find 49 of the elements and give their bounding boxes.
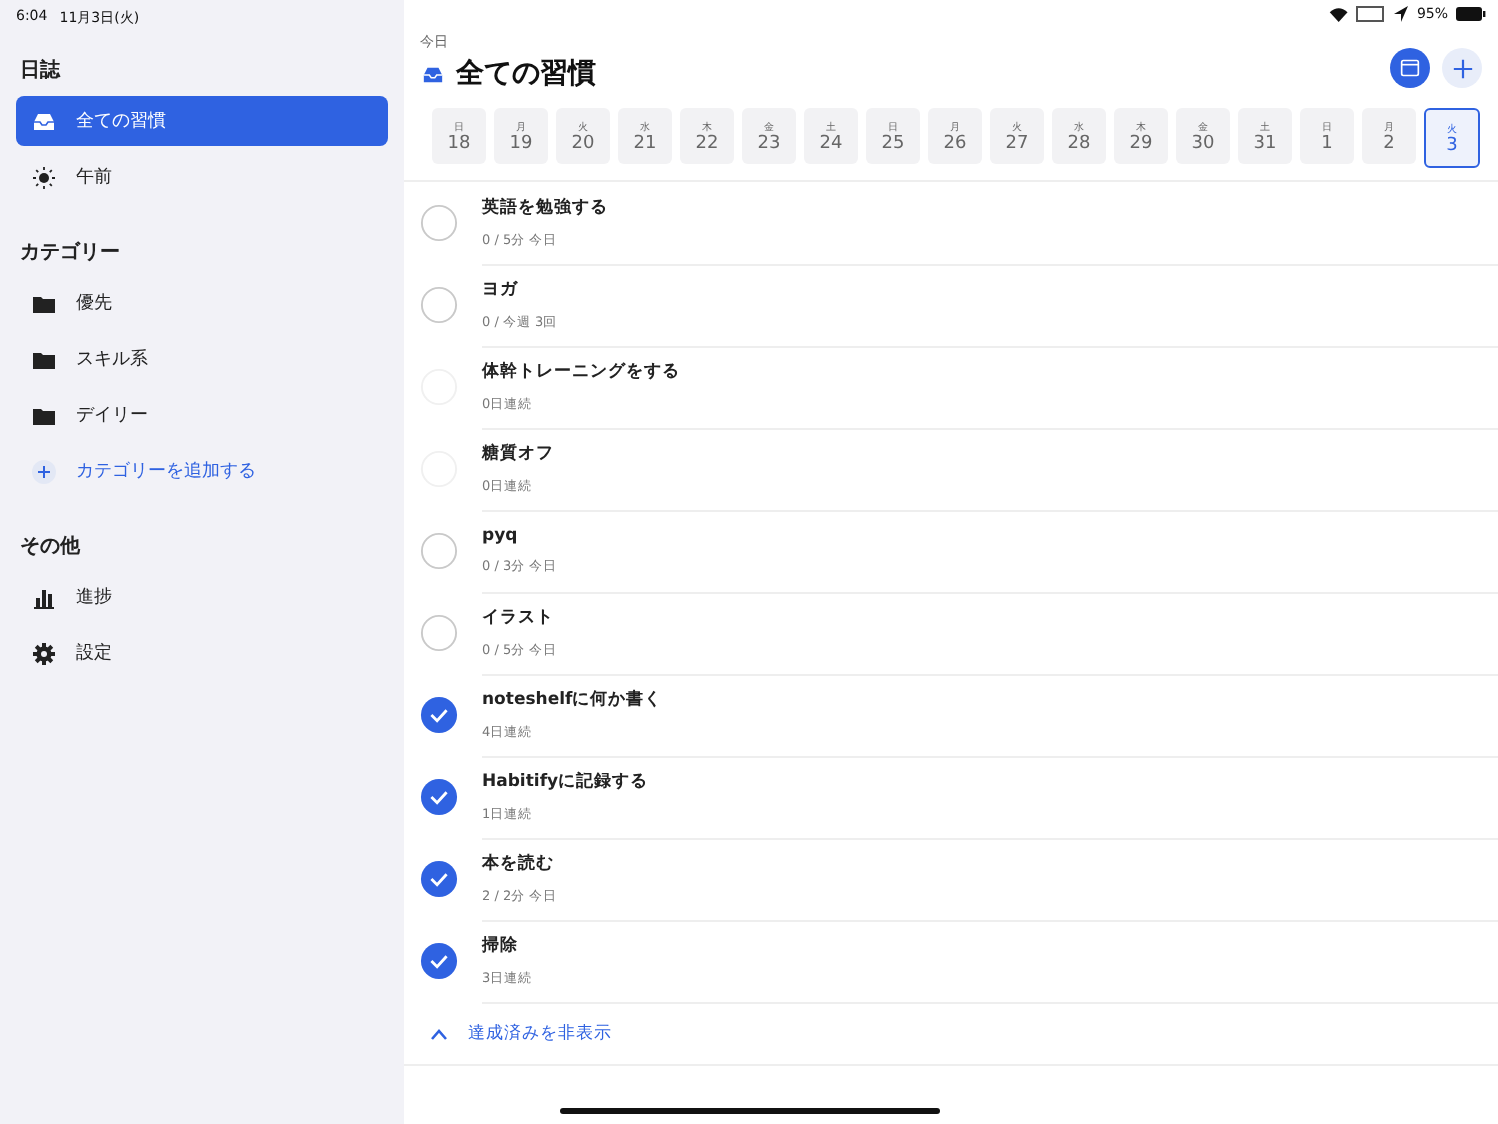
location-arrow-icon bbox=[1392, 6, 1409, 22]
page-title: 全ての習慣 bbox=[456, 56, 596, 92]
plus-icon bbox=[32, 459, 56, 483]
sidebar-item[interactable]: スキル系 bbox=[16, 334, 388, 384]
habit-name: pyq bbox=[482, 525, 520, 545]
check-circle[interactable] bbox=[420, 204, 458, 242]
folder-icon bbox=[32, 291, 56, 315]
chevron-up-icon bbox=[430, 1027, 448, 1039]
section-header: 日誌 bbox=[18, 57, 63, 86]
hide-completed-link[interactable]: 達成済みを非表示 bbox=[468, 1021, 612, 1045]
sidebar-item[interactable]: 午前 bbox=[16, 152, 388, 202]
calendar-button[interactable] bbox=[1390, 48, 1430, 88]
habit-name: 掃除 bbox=[482, 933, 520, 957]
inbox-tray-icon bbox=[32, 109, 56, 133]
section-header: カテゴリー bbox=[18, 239, 122, 268]
sun-icon bbox=[32, 165, 56, 189]
battery-icon bbox=[1456, 6, 1486, 22]
habit-name: 体幹トレーニングをする bbox=[482, 359, 682, 383]
add-category-button[interactable]: カテゴリーを追加する bbox=[16, 446, 388, 496]
plus-icon bbox=[1451, 57, 1473, 79]
folder-icon bbox=[32, 347, 56, 371]
calendar-icon bbox=[1400, 58, 1420, 78]
habit-name: ヨガ bbox=[482, 277, 520, 301]
inbox-tray-icon bbox=[420, 63, 446, 85]
folder-icon bbox=[32, 403, 56, 427]
sidebar-item[interactable]: 優先 bbox=[16, 278, 388, 328]
sidebar-item[interactable]: 全ての習慣 bbox=[16, 96, 388, 146]
habit-name: 糖質オフ bbox=[482, 441, 556, 465]
habit-name: 本を読む bbox=[482, 851, 556, 875]
check-circle[interactable] bbox=[420, 614, 458, 652]
checked-circle[interactable] bbox=[420, 696, 458, 734]
checked-circle[interactable] bbox=[420, 942, 458, 980]
sidebar-item[interactable]: デイリー bbox=[16, 390, 388, 440]
screen-lock-icon bbox=[1356, 6, 1385, 22]
settings-icon bbox=[32, 641, 56, 665]
sidebar-item[interactable]: 進捗 bbox=[16, 572, 388, 622]
habit-name: noteshelfに何か書く bbox=[482, 687, 665, 711]
bar-chart-icon bbox=[32, 585, 56, 609]
wifi-icon bbox=[1327, 6, 1349, 22]
add-button[interactable] bbox=[1442, 48, 1482, 88]
habit-name: 英語を勉強する bbox=[482, 195, 610, 219]
habit-name: イラスト bbox=[482, 605, 556, 629]
check-circle[interactable] bbox=[420, 532, 458, 570]
checked-circle[interactable] bbox=[420, 860, 458, 898]
section-header: その他 bbox=[18, 533, 82, 562]
checked-circle[interactable] bbox=[420, 778, 458, 816]
sidebar-item[interactable]: 設定 bbox=[16, 628, 388, 678]
check-circle[interactable] bbox=[420, 286, 458, 324]
habit-name: Habitifyに記録する bbox=[482, 769, 651, 793]
